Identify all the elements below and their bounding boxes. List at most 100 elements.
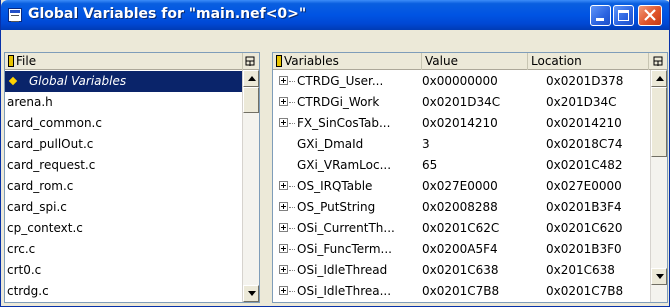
diamond-icon xyxy=(8,76,18,86)
file-name: cp_context.c xyxy=(7,221,83,235)
variable-row[interactable]: GXi_DmaId 3 0x02018C74 xyxy=(273,134,650,155)
expand-icon[interactable] xyxy=(279,118,288,127)
variable-row[interactable]: OSi_IdleThread 0x0201C638 0x201C638 xyxy=(273,260,650,281)
variable-location: 0x201D34C xyxy=(546,95,617,109)
file-list-item[interactable]: card_rom.c xyxy=(5,176,242,197)
variable-name: CTRDGi_Work xyxy=(297,95,380,109)
variables-header: Variables Value Location xyxy=(273,53,667,70)
variables-column-header[interactable]: Variables xyxy=(273,53,422,70)
pin-icon[interactable] xyxy=(245,56,256,67)
variable-row[interactable]: OSi_IdleThrea... 0x0201C7B8 0x0201C7B8 xyxy=(273,281,650,302)
variable-row[interactable]: OSi_FuncTerm... 0x0200A5F4 0x0201B3F0 xyxy=(273,239,650,260)
file-list-item[interactable]: arena.h xyxy=(5,92,242,113)
variable-value: 0x0200A5F4 xyxy=(422,242,498,256)
expand-icon[interactable] xyxy=(279,265,288,274)
expand-icon[interactable] xyxy=(279,244,288,253)
variable-row[interactable]: GXi_VRamLoc... 65 0x0201C482 xyxy=(273,155,650,176)
file-name: card_spi.c xyxy=(7,200,67,214)
variables-pane: Variables Value Location CTRDG_User... 0x… xyxy=(272,52,668,303)
window-icon xyxy=(8,8,22,22)
variable-value: 0x0201C62C xyxy=(422,221,500,235)
files-scroll-down-button[interactable] xyxy=(243,285,259,302)
files-scroll-up-button[interactable] xyxy=(243,70,259,87)
variable-row[interactable]: CTRDG_User... 0x00000000 0x0201D378 xyxy=(273,71,650,92)
variables-scrollbar[interactable] xyxy=(650,70,667,302)
variables-scroll-up-button[interactable] xyxy=(651,70,667,87)
file-name: card_pullOut.c xyxy=(7,137,94,151)
variables-column-label: Variables xyxy=(284,54,339,68)
variable-location: 0x0201D378 xyxy=(546,74,624,88)
file-name: ctrdg.c xyxy=(7,284,49,298)
variable-name: GXi_VRamLoc... xyxy=(297,158,392,172)
file-name: Global Variables xyxy=(29,74,127,88)
variable-location: 0x0201C7B8 xyxy=(546,284,624,298)
tree-connector xyxy=(289,123,295,124)
file-column-header[interactable]: File xyxy=(5,53,243,70)
files-scrollbar[interactable] xyxy=(242,70,259,302)
location-column-label: Location xyxy=(531,54,582,68)
variable-row[interactable]: OSi_CurrentTh... 0x0201C62C 0x0201C620 xyxy=(273,218,650,239)
expand-icon[interactable] xyxy=(279,286,288,295)
file-name: card_common.c xyxy=(7,116,102,130)
variable-row[interactable]: CTRDGi_Work 0x0201D34C 0x201D34C xyxy=(273,92,650,113)
sort-icon xyxy=(8,55,14,67)
expand-icon[interactable] xyxy=(279,76,288,85)
file-list-item[interactable]: cp_context.c xyxy=(5,218,242,239)
variable-location: 0x0201B3F4 xyxy=(546,200,622,214)
value-column-label: Value xyxy=(425,54,458,68)
files-header: File xyxy=(5,53,259,70)
file-name: crt0.c xyxy=(7,263,42,277)
file-name: crc.c xyxy=(7,242,36,256)
file-name: card_rom.c xyxy=(7,179,74,193)
expand-icon[interactable] xyxy=(279,223,288,232)
variable-location: 0x0201B3F0 xyxy=(546,242,622,256)
tree-connector xyxy=(289,81,295,82)
title-bar[interactable]: Global Variables for "main.nef<0>" xyxy=(1,0,669,30)
expand-icon[interactable] xyxy=(279,97,288,106)
expand-icon[interactable] xyxy=(279,181,288,190)
window-title: Global Variables for "main.nef<0>" xyxy=(28,6,307,22)
variable-name: OS_IRQTable xyxy=(297,179,373,193)
variable-value: 0x02008288 xyxy=(422,200,498,214)
variables-scroll-thumb[interactable] xyxy=(651,87,667,157)
variable-value: 0x0201D34C xyxy=(422,95,501,109)
value-column-header[interactable]: Value xyxy=(422,53,528,70)
variable-name: FX_SinCosTab... xyxy=(297,116,391,130)
location-column-header[interactable]: Location xyxy=(528,53,649,70)
file-column-label: File xyxy=(16,54,37,68)
files-scroll-thumb[interactable] xyxy=(243,87,259,113)
maximize-button[interactable] xyxy=(613,5,634,26)
maximize-icon xyxy=(618,10,629,21)
variable-name: OSi_FuncTerm... xyxy=(297,242,392,256)
tree-connector xyxy=(289,186,295,187)
variable-value: 65 xyxy=(422,158,438,172)
file-list-item[interactable]: card_request.c xyxy=(5,155,242,176)
file-list-item[interactable]: crc.c xyxy=(5,239,242,260)
variable-name: CTRDG_User... xyxy=(297,74,384,88)
variable-name: OSi_IdleThread xyxy=(297,263,388,277)
variable-name: OSi_IdleThrea... xyxy=(297,284,392,298)
chevron-down-icon xyxy=(656,274,664,279)
file-name: arena.h xyxy=(7,95,53,109)
file-list-item[interactable]: card_spi.c xyxy=(5,197,242,218)
file-list-item[interactable]: crt0.c xyxy=(5,260,242,281)
file-list-item[interactable]: card_pullOut.c xyxy=(5,134,242,155)
variable-name: OSi_CurrentTh... xyxy=(297,221,395,235)
variable-value: 0x00000000 xyxy=(422,74,498,88)
variable-name: OS_PutString xyxy=(297,200,376,214)
variable-location: 0x02014210 xyxy=(546,116,622,130)
expand-icon[interactable] xyxy=(279,202,288,211)
variable-row[interactable]: OS_PutString 0x02008288 0x0201B3F4 xyxy=(273,197,650,218)
file-list-item-selected[interactable]: Global Variables xyxy=(5,71,242,92)
variable-row[interactable]: OS_IRQTable 0x027E0000 0x027E0000 xyxy=(273,176,650,197)
files-pane: File Global Variables arena.h card_common.… xyxy=(4,52,260,303)
file-list-item[interactable]: card_common.c xyxy=(5,113,242,134)
close-button[interactable] xyxy=(638,5,662,26)
variable-location: 0x027E0000 xyxy=(546,179,622,193)
variables-scroll-down-button[interactable] xyxy=(651,268,667,285)
variable-value: 0x0201C638 xyxy=(422,263,499,277)
pin-icon[interactable] xyxy=(653,56,664,67)
variable-row[interactable]: FX_SinCosTab... 0x02014210 0x02014210 xyxy=(273,113,650,134)
file-list-item[interactable]: ctrdg.c xyxy=(5,281,242,302)
minimize-button[interactable] xyxy=(590,5,611,26)
